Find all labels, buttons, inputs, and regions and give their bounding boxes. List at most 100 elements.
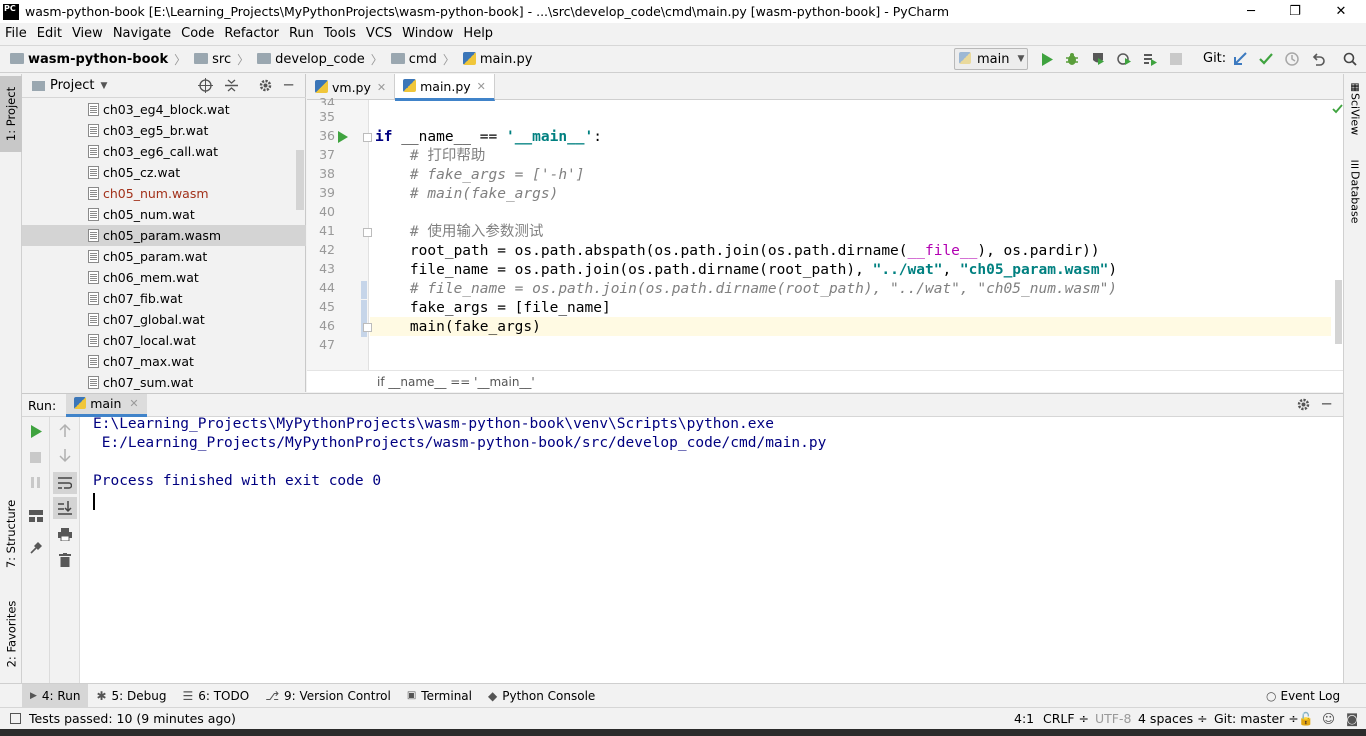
- hide-panel-icon[interactable]: ─: [1322, 395, 1331, 413]
- git-branch-selector[interactable]: Git: master ÷: [1214, 711, 1299, 726]
- close-tab-icon[interactable]: ✕: [377, 81, 386, 94]
- tree-item-file[interactable]: ch07_max.wat: [22, 351, 306, 372]
- scroll-to-end-button[interactable]: [53, 497, 77, 519]
- breadcrumb-project[interactable]: wasm-python-book 〉: [10, 51, 186, 68]
- breadcrumb-src[interactable]: src 〉: [194, 51, 249, 68]
- gear-icon[interactable]: [258, 78, 273, 96]
- concurrency-button[interactable]: [1140, 49, 1160, 69]
- menu-edit[interactable]: Edit: [32, 26, 67, 41]
- tree-item-file[interactable]: ch07_fib.wat: [22, 288, 306, 309]
- close-tab-icon[interactable]: ✕: [129, 397, 138, 410]
- minimize-button[interactable]: ─: [1228, 0, 1274, 23]
- tree-item-file[interactable]: ch03_eg5_br.wat: [22, 120, 306, 141]
- tool-window-run[interactable]: ▶ 4: Run: [22, 683, 89, 708]
- tree-item-file[interactable]: ch06_mem.wat: [22, 267, 306, 288]
- tree-item-file[interactable]: ch07_local.wat: [22, 330, 306, 351]
- tree-item-file[interactable]: ch07_sum.wat: [22, 372, 306, 392]
- sciview-tool-tab[interactable]: ▦ SciView: [1344, 82, 1366, 142]
- vcs-rollback-button[interactable]: [1308, 49, 1328, 69]
- tool-window-terminal[interactable]: ▣ Terminal: [399, 684, 480, 708]
- pin-icon[interactable]: [29, 541, 43, 555]
- structure-tool-tab[interactable]: 7: Structure: [0, 494, 22, 574]
- run-button[interactable]: [1037, 49, 1057, 69]
- breadcrumb-develop-code[interactable]: develop_code 〉: [257, 51, 383, 68]
- tree-item-file[interactable]: ch05_num.wat: [22, 204, 306, 225]
- arrow-down-icon[interactable]: [59, 449, 71, 463]
- favorites-tool-tab[interactable]: 2: Favorites: [0, 592, 22, 676]
- gear-icon[interactable]: [1296, 397, 1311, 415]
- soft-wrap-button[interactable]: [53, 472, 77, 494]
- debug-button[interactable]: [1062, 49, 1082, 69]
- indent-selector[interactable]: 4 spaces ÷: [1138, 711, 1208, 726]
- run-console-output[interactable]: E:\Learning_Projects\MyPythonProjects\wa…: [80, 416, 1343, 683]
- menu-tools[interactable]: Tools: [319, 26, 361, 41]
- project-panel-title[interactable]: Project: [50, 78, 94, 93]
- project-tool-tab[interactable]: 1: Project: [0, 76, 22, 152]
- breadcrumb-file[interactable]: main.py: [462, 51, 532, 67]
- vcs-history-button[interactable]: [1282, 49, 1302, 69]
- vcs-commit-button[interactable]: [1256, 49, 1276, 69]
- collapse-all-icon[interactable]: [224, 78, 239, 96]
- tree-item-file-selected[interactable]: ch05_param.wasm: [22, 225, 306, 246]
- tab-main-py[interactable]: main.py ✕: [395, 74, 495, 101]
- locate-file-icon[interactable]: [198, 78, 213, 96]
- project-scrollbar[interactable]: [296, 150, 304, 210]
- menu-help[interactable]: Help: [458, 26, 498, 41]
- run-with-coverage-button[interactable]: [1088, 49, 1108, 69]
- trash-icon[interactable]: [59, 553, 71, 567]
- tool-window-python-console-label: Python Console: [502, 688, 596, 703]
- fold-marker-icon[interactable]: [363, 228, 372, 237]
- close-tab-icon[interactable]: ✕: [477, 80, 486, 93]
- maximize-button[interactable]: ❐: [1272, 0, 1318, 23]
- tree-item-file[interactable]: ch05_num.wasm: [22, 183, 306, 204]
- tree-item-file[interactable]: ch03_eg6_call.wat: [22, 141, 306, 162]
- hide-panel-icon[interactable]: ─: [284, 76, 293, 94]
- notifications-icon[interactable]: ◙: [1346, 711, 1358, 726]
- vcs-update-button[interactable]: [1230, 49, 1250, 69]
- fold-marker-icon[interactable]: [363, 133, 372, 142]
- inspector-icon[interactable]: ☺: [1322, 711, 1335, 726]
- breadcrumb-cmd[interactable]: cmd 〉: [390, 51, 455, 68]
- close-button[interactable]: ✕: [1318, 0, 1364, 23]
- tool-window-todo[interactable]: ☰ 6: TODO: [174, 684, 257, 708]
- menu-vcs[interactable]: VCS: [361, 26, 397, 41]
- tool-window-debug[interactable]: ✱ 5: Debug: [88, 684, 174, 708]
- tree-item-file[interactable]: ch07_global.wat: [22, 309, 306, 330]
- panel-toggle-icon[interactable]: [10, 713, 21, 724]
- menu-navigate[interactable]: Navigate: [108, 26, 176, 41]
- menu-refactor[interactable]: Refactor: [219, 26, 284, 41]
- menu-window[interactable]: Window: [397, 26, 458, 41]
- editor-breadcrumb[interactable]: if __name__ == '__main__': [307, 370, 1343, 392]
- caret-position[interactable]: 4:1: [1014, 711, 1034, 726]
- encoding-selector[interactable]: UTF-8: [1095, 711, 1131, 726]
- rerun-icon[interactable]: [30, 425, 42, 438]
- menu-run[interactable]: Run: [284, 26, 319, 41]
- arrow-up-icon[interactable]: [59, 423, 71, 437]
- tool-window-version-control[interactable]: ⎇ 9: Version Control: [257, 684, 399, 708]
- tree-item-file[interactable]: ch05_cz.wat: [22, 162, 306, 183]
- code-area[interactable]: if __name__ == '__main__': # 打印帮助 # fake…: [307, 100, 1343, 370]
- stop-icon[interactable]: [30, 452, 41, 463]
- editor-scrollbar[interactable]: [1335, 280, 1342, 344]
- database-tool-tab[interactable]: ☰ Database: [1344, 160, 1366, 230]
- pause-icon[interactable]: [30, 477, 41, 488]
- menu-file[interactable]: File: [0, 26, 32, 41]
- run-config-selector[interactable]: main ▼: [954, 48, 1028, 70]
- fold-marker-icon[interactable]: [363, 323, 372, 332]
- stop-button[interactable]: [1166, 49, 1186, 69]
- run-tab-main[interactable]: main ✕: [66, 393, 147, 417]
- tool-window-event-log[interactable]: ○ Event Log: [1258, 684, 1348, 708]
- tool-window-python-console[interactable]: ◆ Python Console: [480, 684, 603, 708]
- chevron-down-icon[interactable]: ▼: [100, 81, 107, 91]
- menu-code[interactable]: Code: [176, 26, 219, 41]
- menu-view[interactable]: View: [67, 26, 108, 41]
- print-icon[interactable]: [58, 528, 72, 541]
- search-everywhere-button[interactable]: [1340, 49, 1360, 69]
- code-token: "../wat": [872, 262, 943, 278]
- layout-icon[interactable]: [29, 510, 43, 522]
- tree-item-file[interactable]: ch05_param.wat: [22, 246, 306, 267]
- tree-item-file[interactable]: ch03_eg4_block.wat: [22, 99, 306, 120]
- line-separator-selector[interactable]: CRLF ÷: [1043, 711, 1089, 726]
- lock-icon[interactable]: 🔓: [1298, 711, 1314, 727]
- profile-button[interactable]: [1114, 49, 1134, 69]
